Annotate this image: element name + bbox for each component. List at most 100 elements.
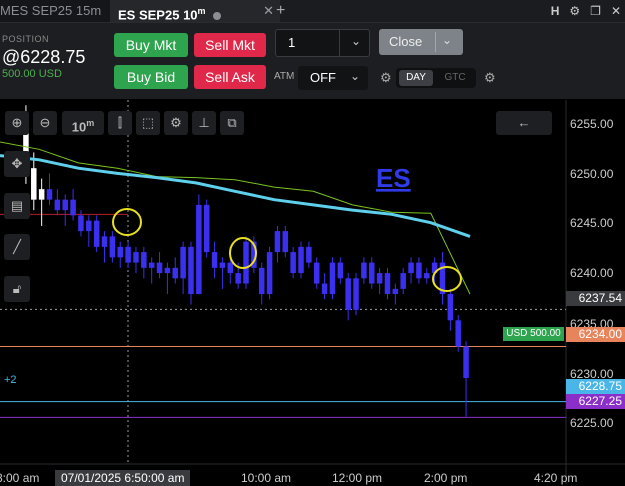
candle-body <box>235 273 241 284</box>
candle-body <box>243 241 249 284</box>
crosshair-price-box: 6237.54 <box>566 291 625 306</box>
x-axis-tick: 4:20 pm <box>534 471 578 485</box>
x-axis-tick: 12:00 pm <box>332 471 383 485</box>
candle-body <box>361 262 367 279</box>
highlight-circle <box>432 266 462 292</box>
candle-body <box>196 204 202 295</box>
orders-panel-icon[interactable]: ▤ <box>4 193 30 219</box>
tif-gtc-option[interactable]: GTC <box>438 70 472 86</box>
candle-body <box>447 294 454 321</box>
interval-value: 10 <box>71 119 87 135</box>
candle-body <box>101 236 108 247</box>
candle-type-icon[interactable]: ⫿ <box>108 111 132 135</box>
candle-body <box>156 262 163 274</box>
position-label: POSITION <box>2 34 50 44</box>
candle-body <box>86 220 92 232</box>
candle-body <box>369 262 375 284</box>
settings-gear-icon[interactable]: ⚙ <box>569 0 580 22</box>
quantity-select[interactable]: 1 ⌄ <box>275 29 370 57</box>
tab-mes[interactable]: MES SEP25 15m <box>0 0 112 22</box>
atm-settings-gear-icon[interactable]: ⚙ <box>380 70 392 86</box>
candle-body <box>227 262 234 274</box>
atm-label: ATM <box>274 71 295 82</box>
y-axis-tick: 6225.00 <box>570 416 614 430</box>
help-icon[interactable]: H <box>551 0 560 22</box>
position-level-box: 6228.75 <box>566 379 625 394</box>
select-region-icon[interactable]: ⬚ <box>136 111 160 135</box>
position-marker: +2 <box>4 374 17 386</box>
lock-icon[interactable]: 🔓︎ <box>4 276 30 302</box>
candle-body <box>133 252 139 263</box>
candle-body <box>313 262 320 284</box>
tif-settings-gear-icon[interactable]: ⚙ <box>484 70 496 86</box>
zoom-out-icon[interactable]: ⊖ <box>33 111 57 135</box>
candle-body <box>211 252 218 268</box>
orange-level-box: 6234.00 <box>566 327 625 342</box>
interval-unit: m <box>86 118 95 128</box>
indicators-icon[interactable]: ⊥ <box>192 111 216 135</box>
candle-body <box>141 252 147 268</box>
y-axis-tick: 6255.00 <box>570 117 614 131</box>
tif-toggle[interactable]: DAY GTC <box>396 68 476 88</box>
quantity-value: 1 <box>288 35 296 50</box>
candle-body <box>345 278 351 310</box>
zoom-in-icon[interactable]: ⊕ <box>5 111 29 135</box>
candle-body <box>258 267 265 295</box>
sell-ask-button[interactable]: Sell Ask <box>194 65 266 89</box>
x-axis-tick: 2:00 pm <box>424 471 468 485</box>
candle-body <box>463 346 469 378</box>
candle-body <box>164 267 171 274</box>
chart-canvas[interactable]: ES +2 <box>0 100 625 484</box>
y-axis-tick: 6245.00 <box>570 216 614 230</box>
tif-day-option[interactable]: DAY <box>399 70 433 86</box>
buy-mkt-button[interactable]: Buy Mkt <box>114 33 188 57</box>
atm-value: OFF <box>310 70 336 85</box>
candle-body <box>392 288 399 295</box>
tab-es[interactable]: ES SEP25 10m ✕ <box>110 0 280 22</box>
x-axis-tick: 8:00 am <box>0 471 40 485</box>
candle-body <box>329 262 336 295</box>
candle-body <box>172 267 179 279</box>
candle-body <box>203 204 210 253</box>
pnl-badge: USD 500.00 <box>503 327 564 341</box>
candle-body <box>109 236 116 258</box>
candle-body <box>353 278 359 310</box>
tab-close-icon[interactable]: ✕ <box>263 0 274 22</box>
close-label: Close <box>389 34 423 49</box>
atm-select[interactable]: OFF ⌄ <box>298 66 368 90</box>
tab-es-symbol: ES SEP25 <box>118 7 180 23</box>
crosshair-tool-icon[interactable]: ✥ <box>4 151 30 177</box>
price-chart[interactable]: ES +2 ⊕ ⊖ 10m ⫿ ⬚ ⚙ ⊥ ⧉ ← ✥ ▤ ╱ 🔓︎ 6255.… <box>0 100 625 486</box>
back-icon[interactable]: ← <box>496 111 552 135</box>
draw-line-icon[interactable]: ╱ <box>4 234 30 260</box>
order-bar: POSITION @6228.75 500.00 USD Buy Mkt Sel… <box>0 23 625 99</box>
buy-bid-button[interactable]: Buy Bid <box>114 65 188 89</box>
x-axis-tick: 10:00 am <box>241 471 292 485</box>
close-position-button[interactable]: Close ⌄ <box>379 29 463 55</box>
chevron-down-icon[interactable]: ⌄ <box>442 33 452 47</box>
candle-body <box>408 262 414 274</box>
chart-settings-icon[interactable]: ⚙ <box>164 111 188 135</box>
candle-body <box>46 189 53 200</box>
candle-body <box>306 246 312 263</box>
highlight-circle <box>112 208 142 236</box>
tab-es-interval-unit: m <box>197 6 206 16</box>
candle-body <box>78 215 84 232</box>
candle-body <box>62 199 68 211</box>
template-icon[interactable]: ⧉ <box>220 111 244 135</box>
add-tab-icon[interactable]: + <box>276 0 285 22</box>
candle-body <box>31 168 37 200</box>
chevron-down-icon: ⌄ <box>349 69 360 83</box>
candle-body <box>180 246 186 279</box>
candle-body <box>321 283 328 295</box>
sell-mkt-button[interactable]: Sell Mkt <box>194 33 266 57</box>
window-close-icon[interactable]: ✕ <box>611 0 621 22</box>
candle-body <box>93 220 100 247</box>
interval-button[interactable]: 10m <box>62 111 104 135</box>
window-icon[interactable]: ❐ <box>590 0 601 22</box>
candle-body <box>188 246 194 295</box>
purple-level-box: 6227.25 <box>566 394 625 409</box>
candle-body <box>400 273 406 289</box>
y-axis-tick: 6240.00 <box>570 266 614 280</box>
candle-body <box>282 231 289 253</box>
